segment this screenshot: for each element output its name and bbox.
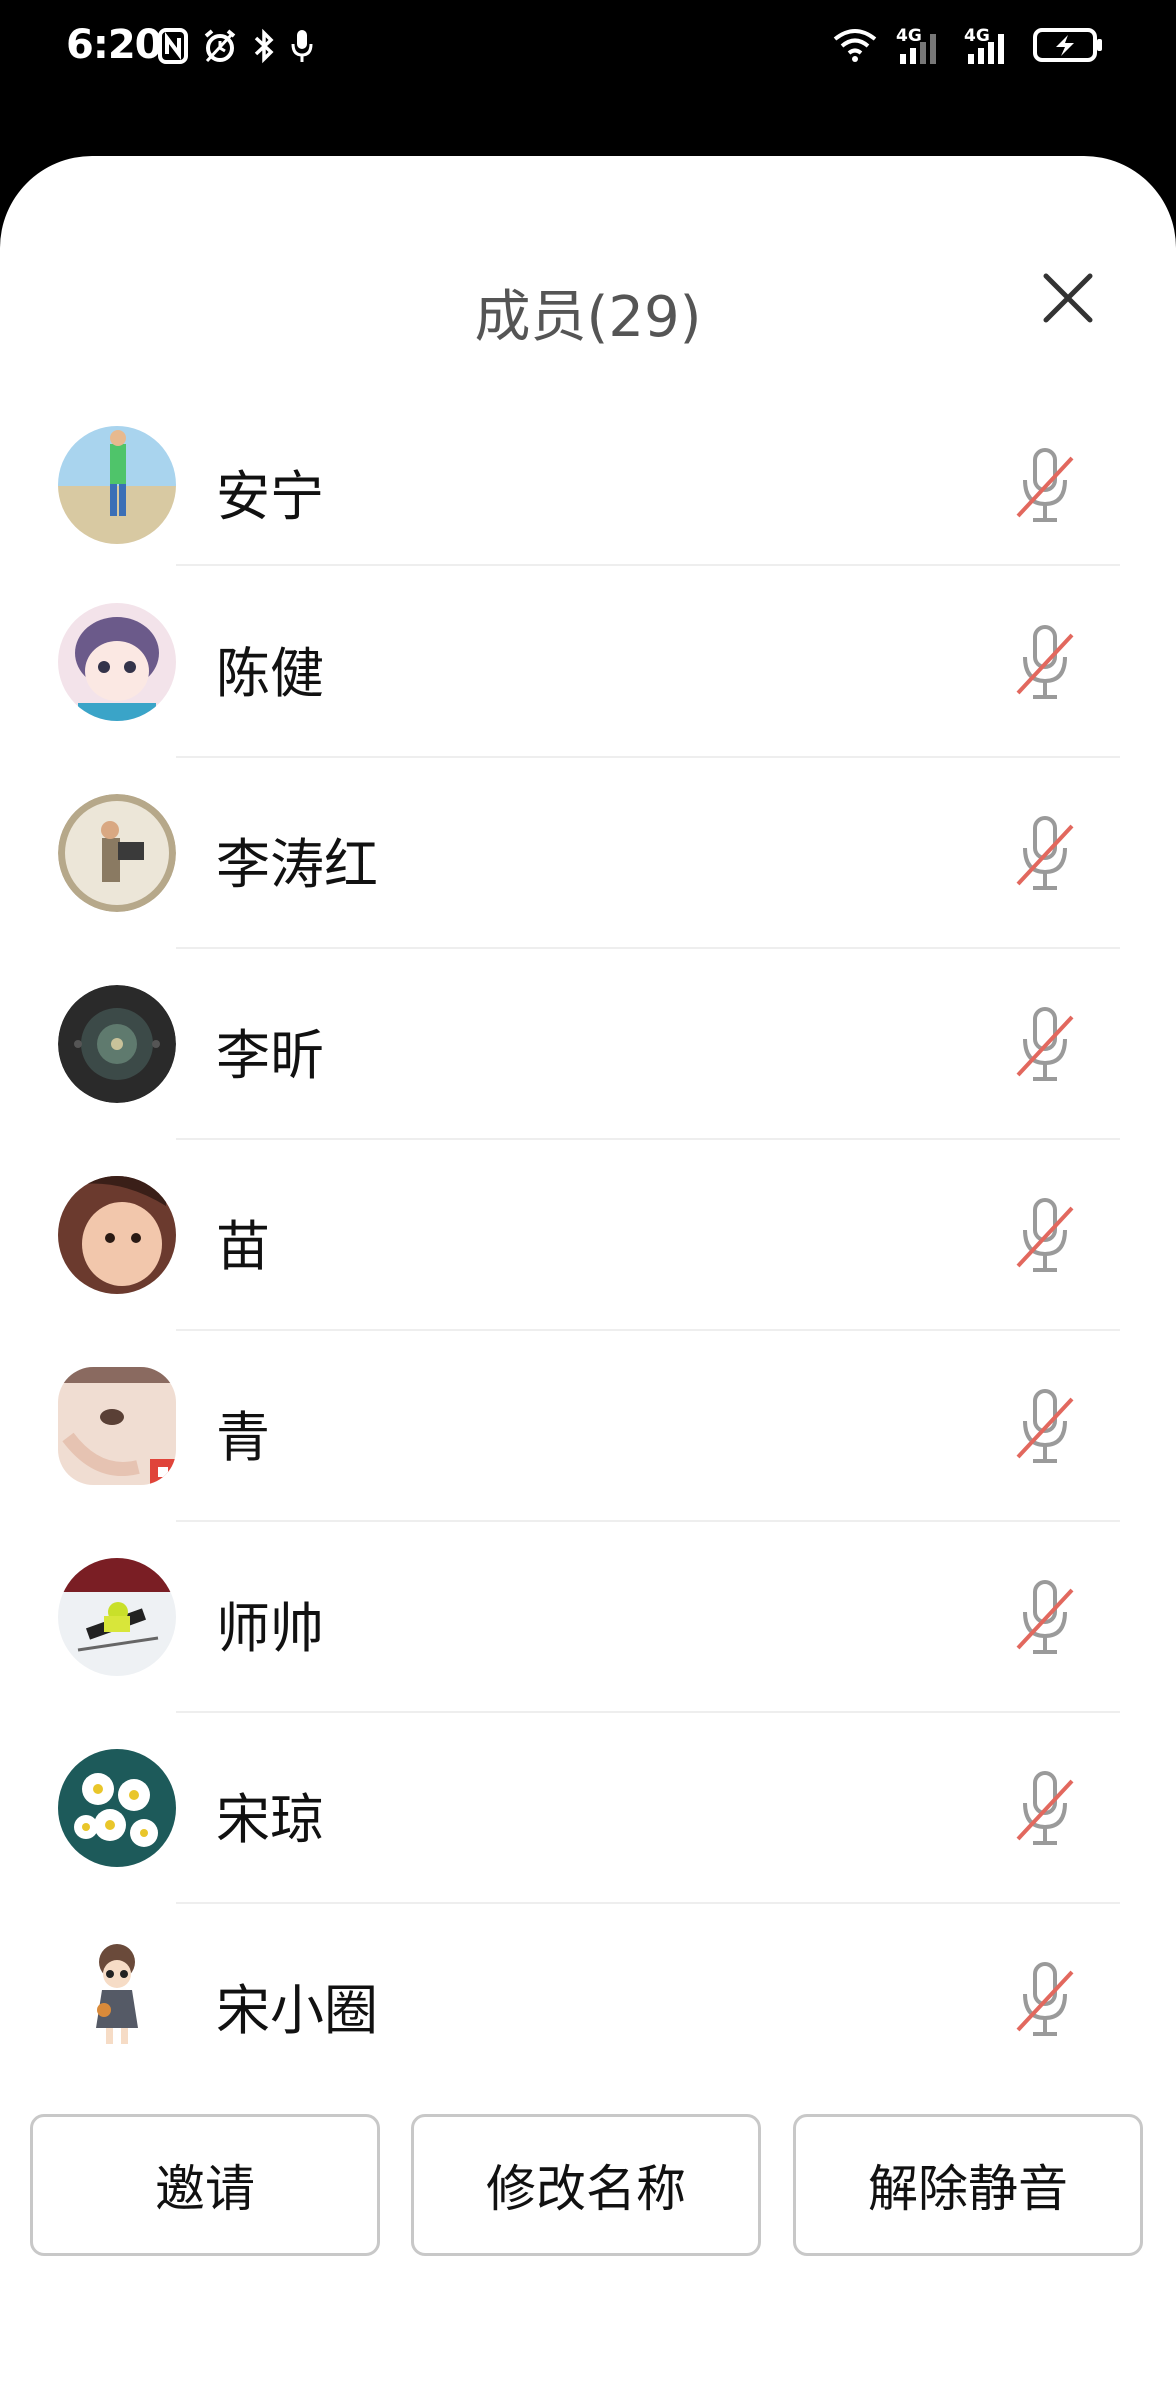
mic-muted-icon <box>1016 1580 1074 1654</box>
member-name: 安宁 <box>216 465 324 528</box>
bluetooth-icon <box>252 28 276 68</box>
wifi-icon <box>832 27 878 67</box>
mic-muted-button[interactable] <box>1012 1196 1078 1278</box>
mic-muted-icon <box>1016 1962 1074 2036</box>
close-button[interactable] <box>1036 266 1100 330</box>
avatar <box>58 1940 176 2058</box>
avatar <box>58 985 176 1103</box>
avatar <box>58 794 176 912</box>
member-list[interactable]: 安宁 陈健 李涛红 李昕 苗 青 师帅 宋琼 宋小圈 <box>0 406 1176 2206</box>
status-right-icons: 4G 4G <box>832 26 1104 68</box>
mic-muted-button[interactable] <box>1012 1578 1078 1660</box>
member-row[interactable]: 宋小圈 <box>0 1904 1176 2095</box>
invite-button[interactable]: 邀请 <box>30 2114 380 2256</box>
avatar <box>58 1176 176 1294</box>
member-name: 宋小圈 <box>216 1979 378 2042</box>
mic-muted-button[interactable] <box>1012 1769 1078 1851</box>
rename-button[interactable]: 修改名称 <box>411 2114 761 2256</box>
mic-muted-icon <box>1016 816 1074 890</box>
mic-muted-button[interactable] <box>1012 1005 1078 1087</box>
signal-4g-icon: 4G <box>964 26 1014 66</box>
mic-icon <box>290 28 314 68</box>
mic-muted-icon <box>1016 1771 1074 1845</box>
member-name: 师帅 <box>216 1597 324 1660</box>
mic-muted-button[interactable] <box>1012 446 1078 528</box>
mic-muted-button[interactable] <box>1012 814 1078 896</box>
member-row[interactable]: 宋琼 <box>0 1713 1176 1904</box>
avatar <box>58 1558 176 1676</box>
mic-muted-button[interactable] <box>1012 1387 1078 1469</box>
nfc-icon <box>158 28 188 68</box>
member-row[interactable]: 陈健 <box>0 567 1176 758</box>
mic-muted-icon <box>1016 1389 1074 1463</box>
close-icon <box>1043 273 1093 323</box>
member-name: 李昕 <box>216 1024 324 1087</box>
signal-4g-icon: 4G <box>896 26 946 66</box>
member-name: 青 <box>216 1406 270 1469</box>
member-name: 宋琼 <box>216 1788 324 1851</box>
action-bar: 邀请 修改名称 解除静音 <box>0 2114 1176 2264</box>
sheet-title: 成员(29) <box>474 285 702 350</box>
member-row[interactable]: 青 <box>0 1331 1176 1522</box>
member-row[interactable]: 李涛红 <box>0 758 1176 949</box>
avatar <box>58 1749 176 1867</box>
mic-muted-button[interactable] <box>1012 623 1078 705</box>
member-name: 李涛红 <box>216 833 378 896</box>
status-bar: 6:20 4G 4G <box>0 0 1176 150</box>
mic-muted-icon <box>1016 1007 1074 1081</box>
members-sheet: 成员(29) 安宁 陈健 李涛红 李昕 苗 青 师帅 宋琼 宋小圈 邀请 修改名… <box>0 156 1176 2400</box>
avatar <box>58 1367 176 1485</box>
avatar <box>58 426 176 544</box>
member-row[interactable]: 苗 <box>0 1140 1176 1331</box>
member-name: 陈健 <box>216 642 324 705</box>
unmute-button[interactable]: 解除静音 <box>793 2114 1143 2256</box>
row-divider <box>176 564 1120 566</box>
avatar <box>58 603 176 721</box>
mic-muted-icon <box>1016 448 1074 522</box>
member-row[interactable]: 师帅 <box>0 1522 1176 1713</box>
mic-muted-icon <box>1016 1198 1074 1272</box>
status-time: 6:20 <box>66 22 162 68</box>
member-row[interactable]: 安宁 <box>0 406 1176 567</box>
alarm-icon <box>202 28 238 68</box>
battery-charging-icon <box>1032 26 1104 68</box>
mic-muted-button[interactable] <box>1012 1960 1078 2042</box>
member-row[interactable]: 李昕 <box>0 949 1176 1140</box>
member-name: 苗 <box>216 1215 270 1278</box>
mic-muted-icon <box>1016 625 1074 699</box>
status-left-icons <box>158 28 314 68</box>
